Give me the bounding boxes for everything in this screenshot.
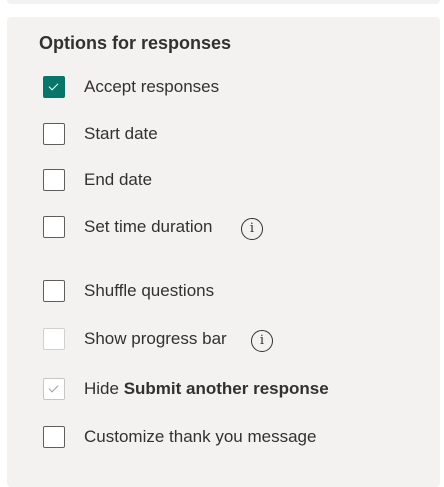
checkbox-hide-submit-another-response (43, 378, 65, 400)
option-label: Show progress bar (84, 329, 227, 348)
panel-title: Options for responses (39, 33, 232, 53)
option-label: Set time duration (84, 217, 213, 236)
checkbox-customize-thank-you-message[interactable] (43, 426, 65, 448)
checkbox-start-date[interactable] (43, 123, 65, 145)
checkbox-set-time-duration[interactable] (43, 216, 65, 238)
label-bold: Submit another response (123, 379, 329, 398)
option-label: End date (84, 170, 153, 189)
checkbox-end-date[interactable] (43, 169, 65, 191)
info-icon[interactable]: i (241, 218, 263, 240)
option-label: Accept responses (84, 77, 220, 96)
label-prefix: Hide (84, 379, 124, 398)
info-icon[interactable]: i (251, 330, 273, 352)
options-panel (7, 17, 440, 487)
option-label: Shuffle questions (84, 281, 215, 300)
checkbox-shuffle-questions[interactable] (43, 280, 65, 302)
option-label: Hide Submit another response (84, 379, 329, 399)
option-label: Start date (84, 124, 158, 143)
checkbox-show-progress-bar (43, 328, 65, 350)
option-label: Customize thank you message (84, 427, 317, 446)
checkbox-accept-responses[interactable] (43, 76, 65, 98)
previous-section-edge (7, 0, 440, 4)
